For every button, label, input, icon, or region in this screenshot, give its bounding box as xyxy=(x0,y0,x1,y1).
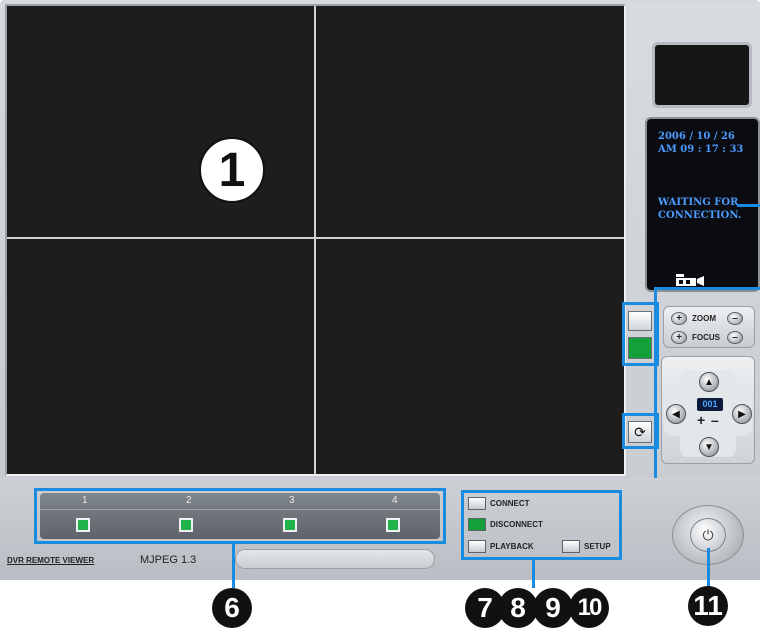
pointer-7-10 xyxy=(532,560,535,588)
pointer-6 xyxy=(232,544,235,588)
focus-far-button[interactable]: – xyxy=(727,331,743,344)
setup-label: SETUP xyxy=(584,542,611,551)
codec-label: MJPEG 1.3 xyxy=(140,554,197,566)
preset-plus-button[interactable]: + xyxy=(697,412,705,428)
focus-near-button[interactable]: + xyxy=(671,331,687,344)
disconnect-label: DISCONNECT xyxy=(490,520,543,529)
channel-frame xyxy=(34,488,446,544)
connect-button[interactable]: CONNECT xyxy=(468,497,530,510)
camera-preview xyxy=(652,42,752,108)
tilt-up-button[interactable]: ▲ xyxy=(699,372,719,392)
setup-indicator xyxy=(562,540,580,553)
playback-button[interactable]: PLAYBACK xyxy=(468,540,534,553)
video-cell-1[interactable] xyxy=(7,6,314,237)
preset-minus-button[interactable]: – xyxy=(711,412,719,428)
app-name: DVR REMOTE VIEWER xyxy=(7,556,95,565)
setup-button[interactable]: SETUP xyxy=(562,540,611,553)
focus-label: FOCUS xyxy=(692,333,720,342)
zoom-out-button[interactable]: – xyxy=(727,312,743,325)
status-message: WAITING FOR CONNECTION. xyxy=(658,197,742,221)
video-grid xyxy=(5,4,626,476)
refresh-icon[interactable]: ⟳ xyxy=(628,421,652,443)
video-cell-2[interactable] xyxy=(316,6,624,237)
tilt-down-button[interactable]: ▼ xyxy=(699,437,719,457)
callout-10: 10 xyxy=(569,588,609,628)
callout-6: 6 xyxy=(212,588,252,628)
info-pointer-line xyxy=(737,204,760,207)
video-cell-4[interactable] xyxy=(316,239,624,474)
playback-indicator xyxy=(468,540,486,553)
date-readout: 2006 / 10 / 26 xyxy=(658,131,735,142)
quad-view-button[interactable] xyxy=(628,337,652,359)
single-view-button[interactable] xyxy=(628,311,652,331)
pan-right-button[interactable]: ▶ xyxy=(732,404,752,424)
power-button[interactable]: ⏻ xyxy=(690,518,726,552)
preset-number: 001 xyxy=(697,398,723,411)
time-readout: AM 09 : 17 : 33 xyxy=(658,144,744,155)
camera-icon xyxy=(676,274,704,286)
zoom-in-button[interactable]: + xyxy=(671,312,687,325)
callout-11: 11 xyxy=(688,586,728,626)
disconnect-button[interactable]: DISCONNECT xyxy=(468,518,543,531)
disconnect-indicator xyxy=(468,518,486,531)
playback-label: PLAYBACK xyxy=(490,542,534,551)
callout-9: 9 xyxy=(533,588,573,628)
connect-indicator xyxy=(468,497,486,510)
pointer-11 xyxy=(707,548,710,588)
grid-divider-horizontal xyxy=(7,237,624,239)
video-cell-3[interactable] xyxy=(7,239,314,474)
pan-left-button[interactable]: ◀ xyxy=(666,404,686,424)
status-bar xyxy=(235,549,435,569)
callout-1: 1 xyxy=(199,137,265,203)
callout-8: 8 xyxy=(498,588,538,628)
zoom-label: ZOOM xyxy=(692,314,716,323)
grid-divider-vertical xyxy=(314,6,316,474)
connect-label: CONNECT xyxy=(490,499,530,508)
